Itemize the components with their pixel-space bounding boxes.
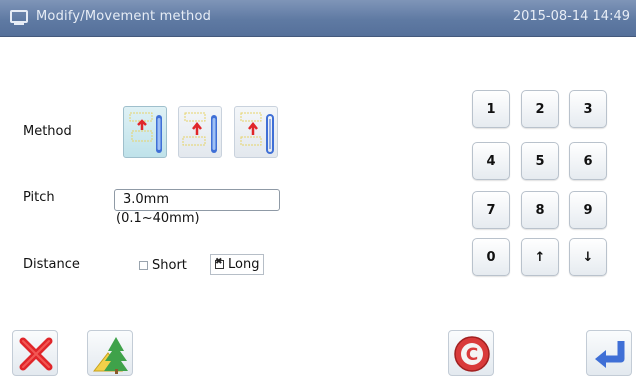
checkbox-checked [215,257,224,269]
key-0[interactable]: 0 [472,238,510,276]
distance-label: Distance [23,257,80,272]
key-7[interactable]: 7 [472,191,510,229]
distance-short-option[interactable]: Short [139,255,187,275]
distance-short-label: Short [152,257,187,273]
pattern-button[interactable] [87,330,133,376]
key-5[interactable]: 5 [521,142,559,180]
key-8[interactable]: 8 [521,191,559,229]
key-4[interactable]: 4 [472,142,510,180]
distance-long-label: Long [228,257,260,272]
enter-button[interactable] [586,330,632,376]
svg-text:C: C [466,345,478,365]
pitch-input[interactable]: 3.0mm [114,189,280,211]
method-option-1[interactable] [123,106,167,158]
close-icon [19,337,53,371]
screen-title: Modify/Movement method [36,9,212,24]
tree-pattern-icon [92,337,128,374]
method-option-3[interactable] [234,106,278,158]
method-vertical-icon [129,112,162,153]
key-9[interactable]: 9 [569,191,607,229]
key-2[interactable]: 2 [521,90,559,128]
key-1[interactable]: 1 [472,90,510,128]
clear-button[interactable]: C [448,330,494,376]
key-down[interactable]: ↓ [569,238,607,276]
cancel-button[interactable] [12,330,58,376]
clear-c-icon: C [454,336,490,372]
title-bar: Modify/Movement method 2015-08-14 14:49 [0,0,636,37]
method-shift-icon [182,112,217,153]
pitch-label: Pitch [23,190,55,205]
distance-long-option[interactable]: Long [210,254,265,275]
screen-icon [10,10,28,25]
checkbox [139,260,148,270]
method-label: Method [23,124,72,139]
key-3[interactable]: 3 [569,90,607,128]
datetime: 2015-08-14 14:49 [512,9,630,24]
method-option-2[interactable] [178,106,222,158]
key-6[interactable]: 6 [569,142,607,180]
key-up[interactable]: ↑ [521,238,559,276]
pitch-range: (0.1~40mm) [116,211,200,226]
method-needle-icon [240,112,274,154]
enter-icon [595,341,625,368]
